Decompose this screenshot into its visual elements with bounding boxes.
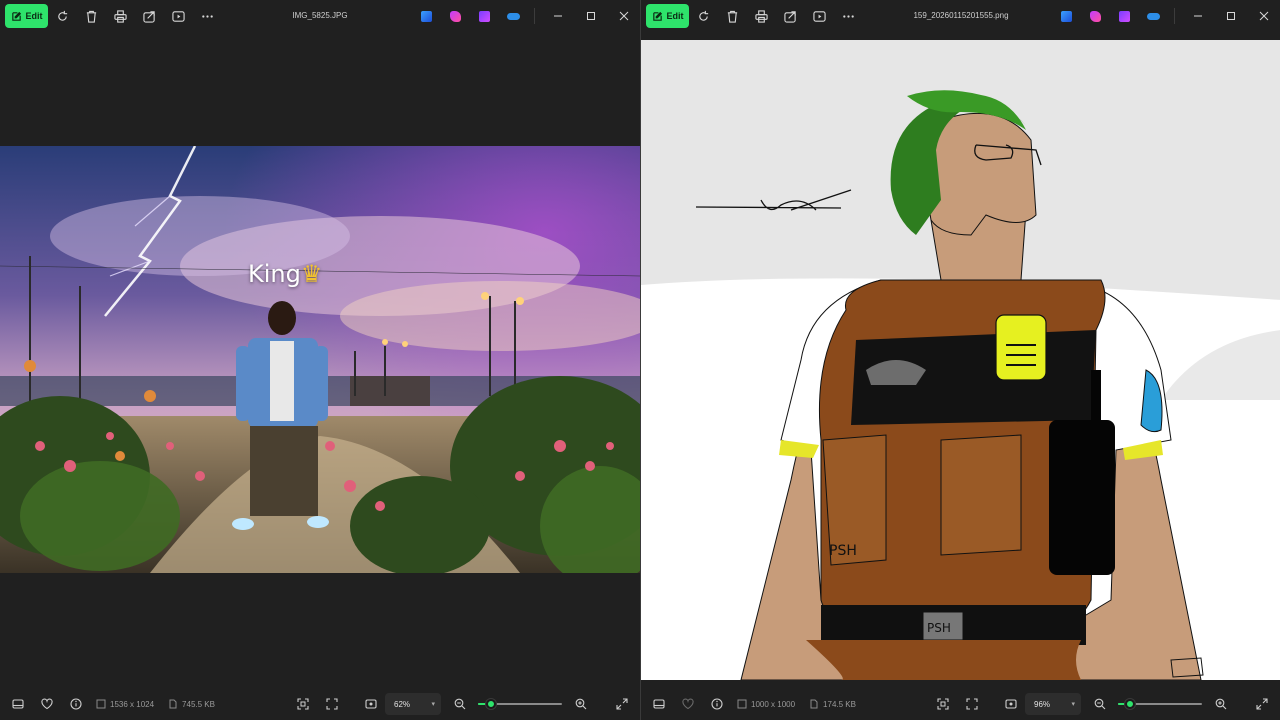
edit-icon	[652, 11, 662, 21]
minimize-icon[interactable]	[1181, 0, 1214, 32]
zoom-value: 96%	[1034, 699, 1051, 709]
photo-king-artwork: King♛	[0, 146, 640, 573]
chevron-down-icon: ▾	[431, 701, 435, 708]
filmstrip-icon[interactable]	[3, 688, 32, 720]
designer-icon[interactable]	[1052, 0, 1081, 32]
file-size-icon	[169, 699, 177, 709]
slideshow-icon[interactable]	[164, 0, 193, 32]
more-icon[interactable]	[834, 0, 863, 32]
designer-icon[interactable]	[412, 0, 441, 32]
image-size-icon	[737, 699, 747, 709]
clipchamp-icon[interactable]	[1081, 0, 1110, 32]
dimensions-text: 1536 x 1024	[110, 699, 155, 709]
favorite-icon[interactable]	[673, 688, 702, 720]
share-icon[interactable]	[776, 0, 805, 32]
status-bar: 1536 x 1024 745.5 KB 62% ▾	[0, 688, 640, 720]
file-size-readout: 745.5 KB	[168, 699, 215, 709]
copilot-icon[interactable]	[1110, 0, 1139, 32]
image-viewer[interactable]: PSH PSH	[641, 32, 1280, 688]
rotate-icon[interactable]	[689, 0, 718, 32]
copilot-icon[interactable]	[470, 0, 499, 32]
filmstrip-icon[interactable]	[644, 688, 673, 720]
fit-icon[interactable]	[288, 688, 317, 720]
dimensions-readout: 1000 x 1000	[737, 699, 795, 709]
photos-window-left: Edit IMG_5825.JPG King♛ 1536 x 1024 745.…	[0, 0, 640, 720]
chevron-down-icon: ▾	[1071, 701, 1075, 708]
zoom-in-icon[interactable]	[566, 688, 595, 720]
title-bar: Edit 159_20260115201555.png	[641, 0, 1280, 32]
status-bar: 1000 x 1000 174.5 KB 96% ▾	[641, 688, 1280, 720]
zoom-slider-thumb[interactable]	[1124, 699, 1135, 709]
actual-size-icon[interactable]	[996, 688, 1025, 720]
divider	[534, 8, 535, 24]
info-icon[interactable]	[61, 688, 90, 720]
file-size-text: 174.5 KB	[823, 699, 856, 709]
edit-label: Edit	[25, 11, 43, 21]
maximize-icon[interactable]	[574, 0, 607, 32]
favorite-icon[interactable]	[32, 688, 61, 720]
actual-size-icon[interactable]	[356, 688, 385, 720]
rotate-icon[interactable]	[48, 0, 77, 32]
fit-icon[interactable]	[928, 688, 957, 720]
crown-icon: ♛	[300, 260, 323, 288]
delete-icon[interactable]	[718, 0, 747, 32]
drawing-guard-illustration: PSH PSH	[641, 40, 1280, 680]
zoom-slider[interactable]	[1118, 699, 1202, 709]
belt-text: PSH	[927, 621, 951, 635]
dimensions-text: 1000 x 1000	[751, 699, 796, 709]
screen: Edit IMG_5825.JPG King♛ 1536 x 1024 745.…	[0, 0, 1280, 720]
maximize-icon[interactable]	[1214, 0, 1247, 32]
delete-icon[interactable]	[77, 0, 106, 32]
zoom-dropdown[interactable]: 62% ▾	[385, 693, 441, 715]
close-icon[interactable]	[607, 0, 640, 32]
image-size-icon	[96, 699, 106, 709]
edit-label: Edit	[666, 11, 684, 21]
zoom-value: 62%	[394, 699, 411, 709]
fullscreen-icon[interactable]	[957, 688, 986, 720]
file-size-text: 745.5 KB	[182, 699, 215, 709]
pocket-text: PSH	[829, 543, 857, 559]
title-bar: Edit IMG_5825.JPG	[0, 0, 640, 32]
print-icon[interactable]	[747, 0, 776, 32]
dimensions-readout: 1536 x 1024	[96, 699, 154, 709]
image-viewer[interactable]: King♛	[0, 32, 640, 688]
more-icon[interactable]	[193, 0, 222, 32]
file-size-icon	[810, 699, 818, 709]
slideshow-icon[interactable]	[805, 0, 834, 32]
photos-window-right: Edit 159_20260115201555.png PSH PSH 1000…	[640, 0, 1280, 720]
edit-button[interactable]: Edit	[5, 4, 48, 28]
onedrive-icon[interactable]	[499, 0, 528, 32]
clipchamp-icon[interactable]	[441, 0, 470, 32]
minimize-icon[interactable]	[541, 0, 574, 32]
share-icon[interactable]	[135, 0, 164, 32]
zoom-out-icon[interactable]	[445, 688, 474, 720]
image-caption: King♛	[248, 260, 323, 288]
zoom-slider-thumb[interactable]	[485, 699, 496, 709]
divider	[1174, 8, 1175, 24]
zoom-in-icon[interactable]	[1206, 688, 1235, 720]
edit-button[interactable]: Edit	[646, 4, 689, 28]
print-icon[interactable]	[106, 0, 135, 32]
expand-icon[interactable]	[1247, 688, 1276, 720]
onedrive-icon[interactable]	[1139, 0, 1168, 32]
file-size-readout: 174.5 KB	[809, 699, 856, 709]
zoom-dropdown[interactable]: 96% ▾	[1025, 693, 1081, 715]
expand-icon[interactable]	[607, 688, 636, 720]
zoom-slider[interactable]	[478, 699, 562, 709]
close-icon[interactable]	[1247, 0, 1280, 32]
info-icon[interactable]	[702, 688, 731, 720]
fullscreen-icon[interactable]	[317, 688, 346, 720]
edit-icon	[11, 11, 21, 21]
zoom-out-icon[interactable]	[1085, 688, 1114, 720]
